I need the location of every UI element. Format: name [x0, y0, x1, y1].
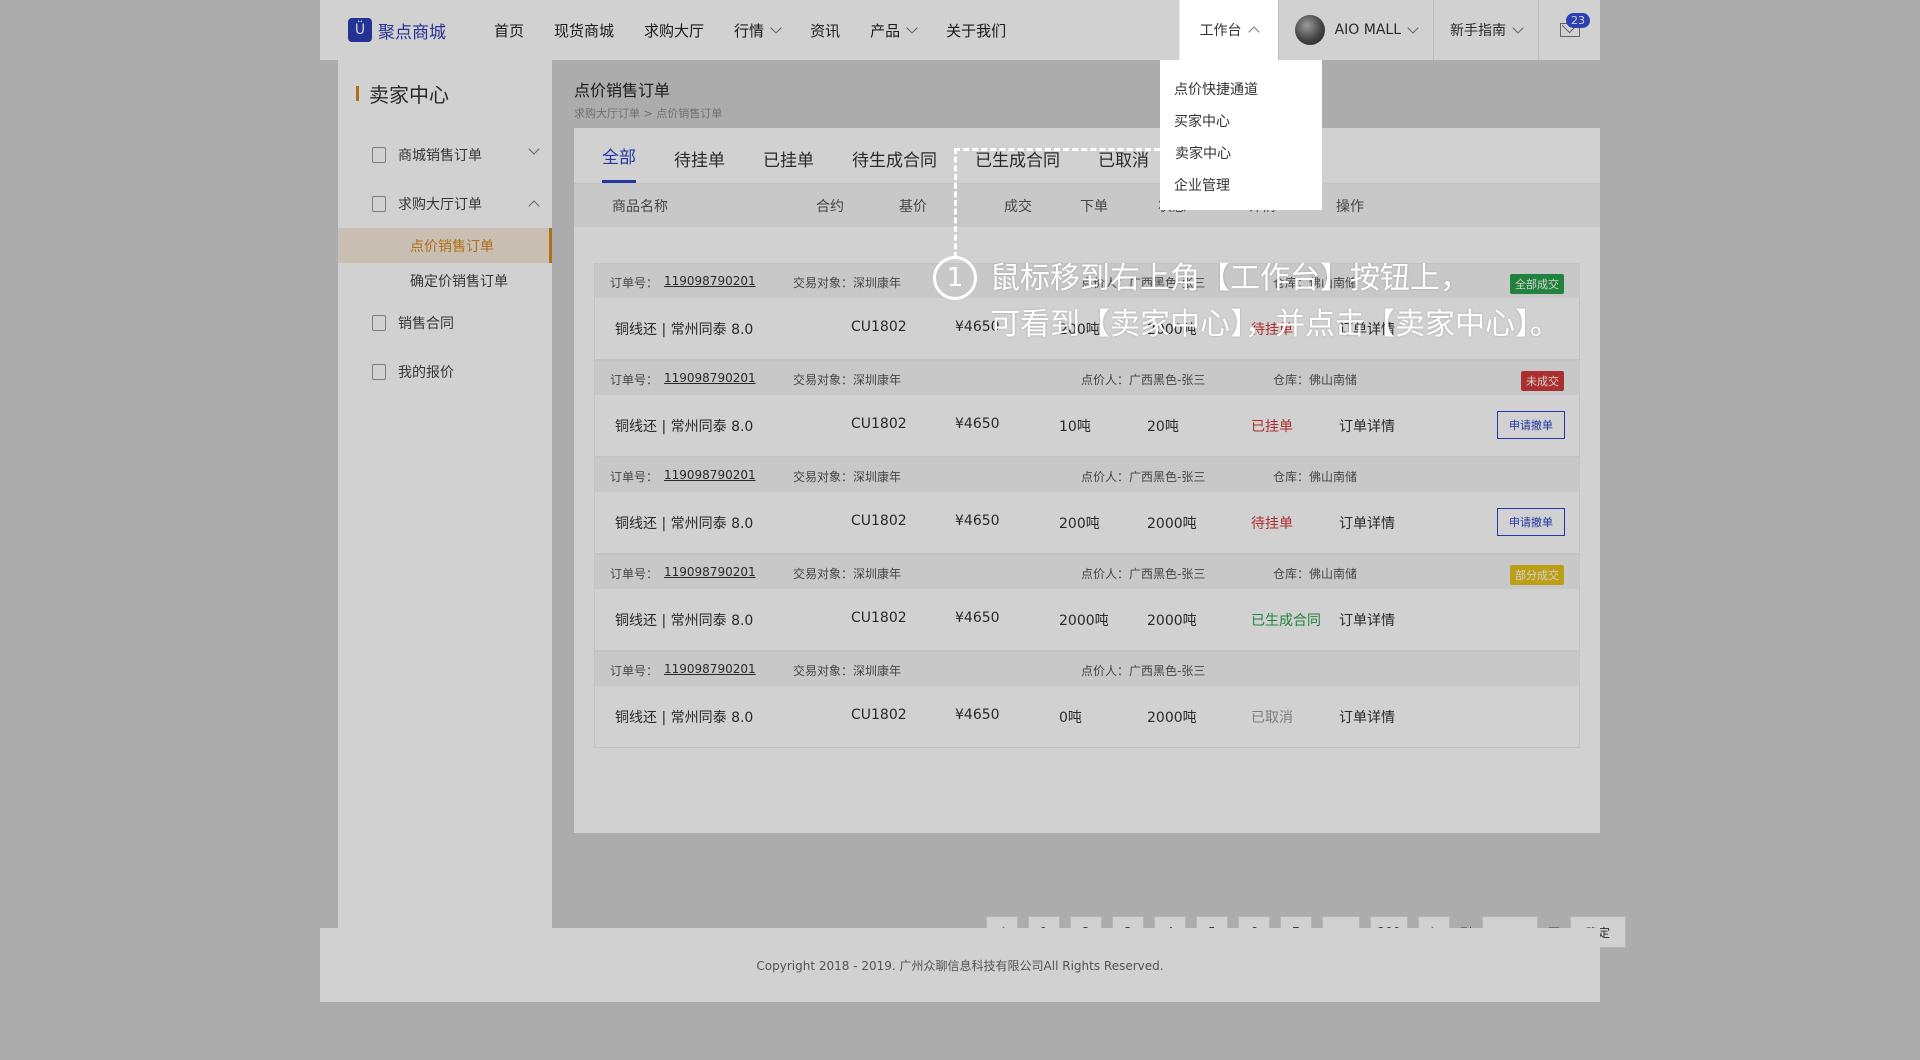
chevron-up-icon: [1247, 26, 1260, 38]
workbench-button[interactable]: 工作台: [1178, 0, 1278, 60]
workbench-dropdown: 点价快捷通道 买家中心 卖家中心 企业管理: [1160, 60, 1322, 210]
guide-dashed-line: [954, 148, 957, 258]
guide-step-number: 1: [933, 256, 977, 300]
dropdown-item[interactable]: 卖家中心: [1160, 137, 1322, 169]
workbench-label: 工作台: [1199, 23, 1242, 39]
guide-line-2: 可看到【卖家中心】，并点击【卖家中心】。: [990, 307, 1560, 342]
dropdown-item[interactable]: 点价快捷通道: [1160, 73, 1322, 105]
guide-dashed-line: [954, 148, 1160, 151]
guide-instruction: 鼠标移到右上角【工作台】按钮上， 可看到【卖家中心】，并点击【卖家中心】。: [990, 256, 1560, 348]
guide-line-1: 鼠标移到右上角【工作台】按钮上，: [990, 261, 1470, 296]
guide-overlay: [0, 0, 1920, 1060]
dropdown-item[interactable]: 买家中心: [1160, 105, 1322, 137]
dropdown-item[interactable]: 企业管理: [1160, 169, 1322, 201]
